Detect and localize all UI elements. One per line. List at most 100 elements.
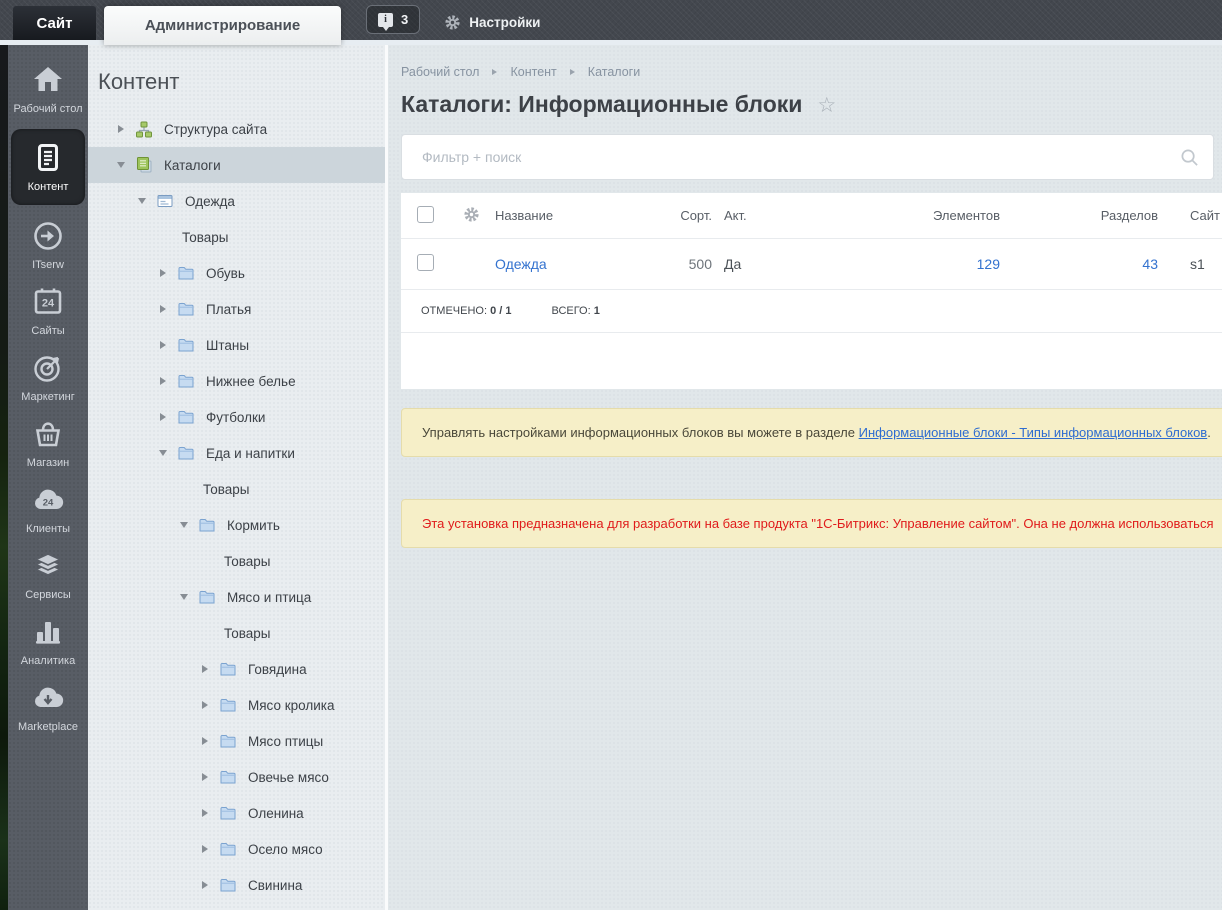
tree-item-nizhnee-belye[interactable]: Нижнее белье: [88, 363, 385, 399]
chevron-right-icon: [200, 773, 210, 781]
checked-label: ОТМЕЧЕНО:: [421, 305, 487, 317]
info-note-text: Управлять настройками информационных бло…: [422, 425, 859, 440]
breadcrumb-catalogs[interactable]: Каталоги: [588, 65, 640, 79]
rail-item-clients[interactable]: 24 Клиенты: [11, 483, 85, 535]
main-area: Рабочий стол Контент Каталоги Каталоги: …: [388, 45, 1222, 910]
folder-icon: [220, 807, 236, 820]
col-header-sort[interactable]: Сорт.: [625, 208, 712, 223]
info-bubble-icon: i: [378, 12, 393, 31]
rail-item-marketplace[interactable]: Marketplace: [11, 681, 85, 733]
folder-icon: [220, 699, 236, 712]
sitemap-icon: [136, 121, 152, 138]
rail-item-analytics[interactable]: Аналитика: [11, 615, 85, 667]
rail-item-shop[interactable]: Магазин: [11, 417, 85, 469]
tree-item-kormit[interactable]: Кормить: [88, 507, 385, 543]
tree-title: Контент: [98, 69, 180, 94]
arrow-circle-icon: [34, 222, 62, 250]
col-header-active[interactable]: Акт.: [712, 208, 874, 223]
chevron-down-icon: [179, 594, 189, 600]
tab-site[interactable]: Сайт: [13, 6, 96, 40]
tree-item-tovary[interactable]: Товары: [88, 471, 385, 507]
trial-warning-note: Эта установка предназначена для разработ…: [401, 499, 1222, 548]
breadcrumb-desktop[interactable]: Рабочий стол: [401, 65, 479, 79]
total-value: 1: [593, 305, 600, 317]
folder-icon: [178, 267, 194, 280]
col-header-site[interactable]: Сайт: [1158, 208, 1222, 223]
row-checkbox[interactable]: [417, 254, 434, 271]
page-title: Каталоги: Информационные блоки: [401, 91, 803, 117]
table-empty-area: [401, 333, 1222, 389]
tree-item-myaso-i-ptitsa[interactable]: Мясо и птица: [88, 579, 385, 615]
select-all-checkbox[interactable]: [417, 205, 434, 223]
bullet-icon: [200, 558, 210, 564]
col-header-name[interactable]: Название: [495, 208, 625, 223]
tree-item-myaso-ptitsy[interactable]: Мясо птицы: [88, 723, 385, 759]
total-label: ВСЕГО:: [551, 305, 591, 317]
cloud-download-icon: [34, 687, 64, 707]
tree-item-obuv[interactable]: Обувь: [88, 255, 385, 291]
info-note: Управлять настройками информационных бло…: [401, 408, 1222, 457]
breadcrumb-content[interactable]: Контент: [510, 65, 556, 79]
content-tree-panel: Контент Структура сайта Каталоги Одежда …: [88, 45, 388, 910]
tree-item-site-structure[interactable]: Структура сайта: [88, 111, 385, 147]
row-active-value: Да: [724, 256, 742, 272]
tree-item-olenina[interactable]: Оленина: [88, 795, 385, 831]
top-bar: Сайт Администрирование i 3 Настройки: [0, 0, 1222, 45]
col-header-elements[interactable]: Элементов: [874, 208, 1000, 223]
tree-item-platya[interactable]: Платья: [88, 291, 385, 327]
chevron-right-icon: [200, 809, 210, 817]
row-elements-link[interactable]: 129: [977, 256, 1000, 272]
window-edge-strip: [0, 45, 8, 910]
rail-item-itserw[interactable]: ITserw: [11, 219, 85, 271]
search-icon[interactable]: [1180, 148, 1199, 167]
rail-item-services[interactable]: Сервисы: [11, 549, 85, 601]
folder-icon: [199, 519, 215, 532]
tree-item-odezhda[interactable]: Одежда: [88, 183, 385, 219]
settings-button[interactable]: Настройки: [444, 14, 540, 31]
folder-icon: [220, 843, 236, 856]
gear-icon[interactable]: [463, 206, 480, 223]
tree-item-shtany[interactable]: Штаны: [88, 327, 385, 363]
tree-item-svinina[interactable]: Свинина: [88, 867, 385, 903]
tree-item-futbolki[interactable]: Футболки: [88, 399, 385, 435]
rail-item-content[interactable]: Контент: [11, 129, 85, 205]
bullet-icon: [179, 486, 189, 492]
iblock-types-link[interactable]: Информационные блоки - Типы информационн…: [859, 425, 1208, 440]
basket-icon: [35, 422, 61, 447]
row-sections-link[interactable]: 43: [1142, 256, 1158, 272]
star-outline-icon[interactable]: ☆: [817, 94, 836, 115]
tab-administration[interactable]: Администрирование: [104, 6, 341, 45]
tree-item-govyadina[interactable]: Говядина: [88, 651, 385, 687]
folder-icon: [220, 735, 236, 748]
row-name-link[interactable]: Одежда: [495, 256, 547, 272]
tree-item-tovary[interactable]: Товары: [88, 543, 385, 579]
folder-icon: [178, 303, 194, 316]
rail-item-desktop[interactable]: Рабочий стол: [11, 63, 85, 115]
document-icon: [38, 144, 58, 171]
iblocks-table: Название Сорт. Акт. Элементов Разделов С…: [401, 193, 1222, 389]
folder-icon: [220, 771, 236, 784]
folder-icon: [178, 375, 194, 388]
tree-item-eda-i-napitki[interactable]: Еда и напитки: [88, 435, 385, 471]
chevron-right-icon: [158, 269, 168, 277]
tree-item-myaso-krolika[interactable]: Мясо кролика: [88, 687, 385, 723]
tree-item-ovechye-myaso[interactable]: Овечье мясо: [88, 759, 385, 795]
chevron-down-icon: [137, 198, 147, 204]
rail-item-marketing[interactable]: Маркетинг: [11, 351, 85, 403]
settings-label: Настройки: [469, 15, 541, 30]
chevron-right-icon: [158, 341, 168, 349]
breadcrumb: Рабочий стол Контент Каталоги: [401, 65, 1222, 79]
filter-search-input[interactable]: [420, 148, 1173, 166]
tree-item-tovary[interactable]: Товары: [88, 219, 385, 255]
col-header-sections[interactable]: Разделов: [1000, 208, 1158, 223]
svg-text:24: 24: [43, 498, 54, 509]
tree-item-tovary[interactable]: Товары: [88, 615, 385, 651]
chevron-right-icon: [200, 701, 210, 709]
tree-item-catalogs[interactable]: Каталоги: [88, 147, 385, 183]
table-footer: ОТМЕЧЕНО: 0 / 1 ВСЕГО: 1: [401, 290, 1222, 333]
rail-item-sites[interactable]: 24 Сайты: [11, 285, 85, 337]
folder-icon: [220, 879, 236, 892]
tree-item-oselo-myaso[interactable]: Осело мясо: [88, 831, 385, 867]
window-icon: [157, 195, 173, 207]
notifications-button[interactable]: i 3: [366, 5, 421, 34]
